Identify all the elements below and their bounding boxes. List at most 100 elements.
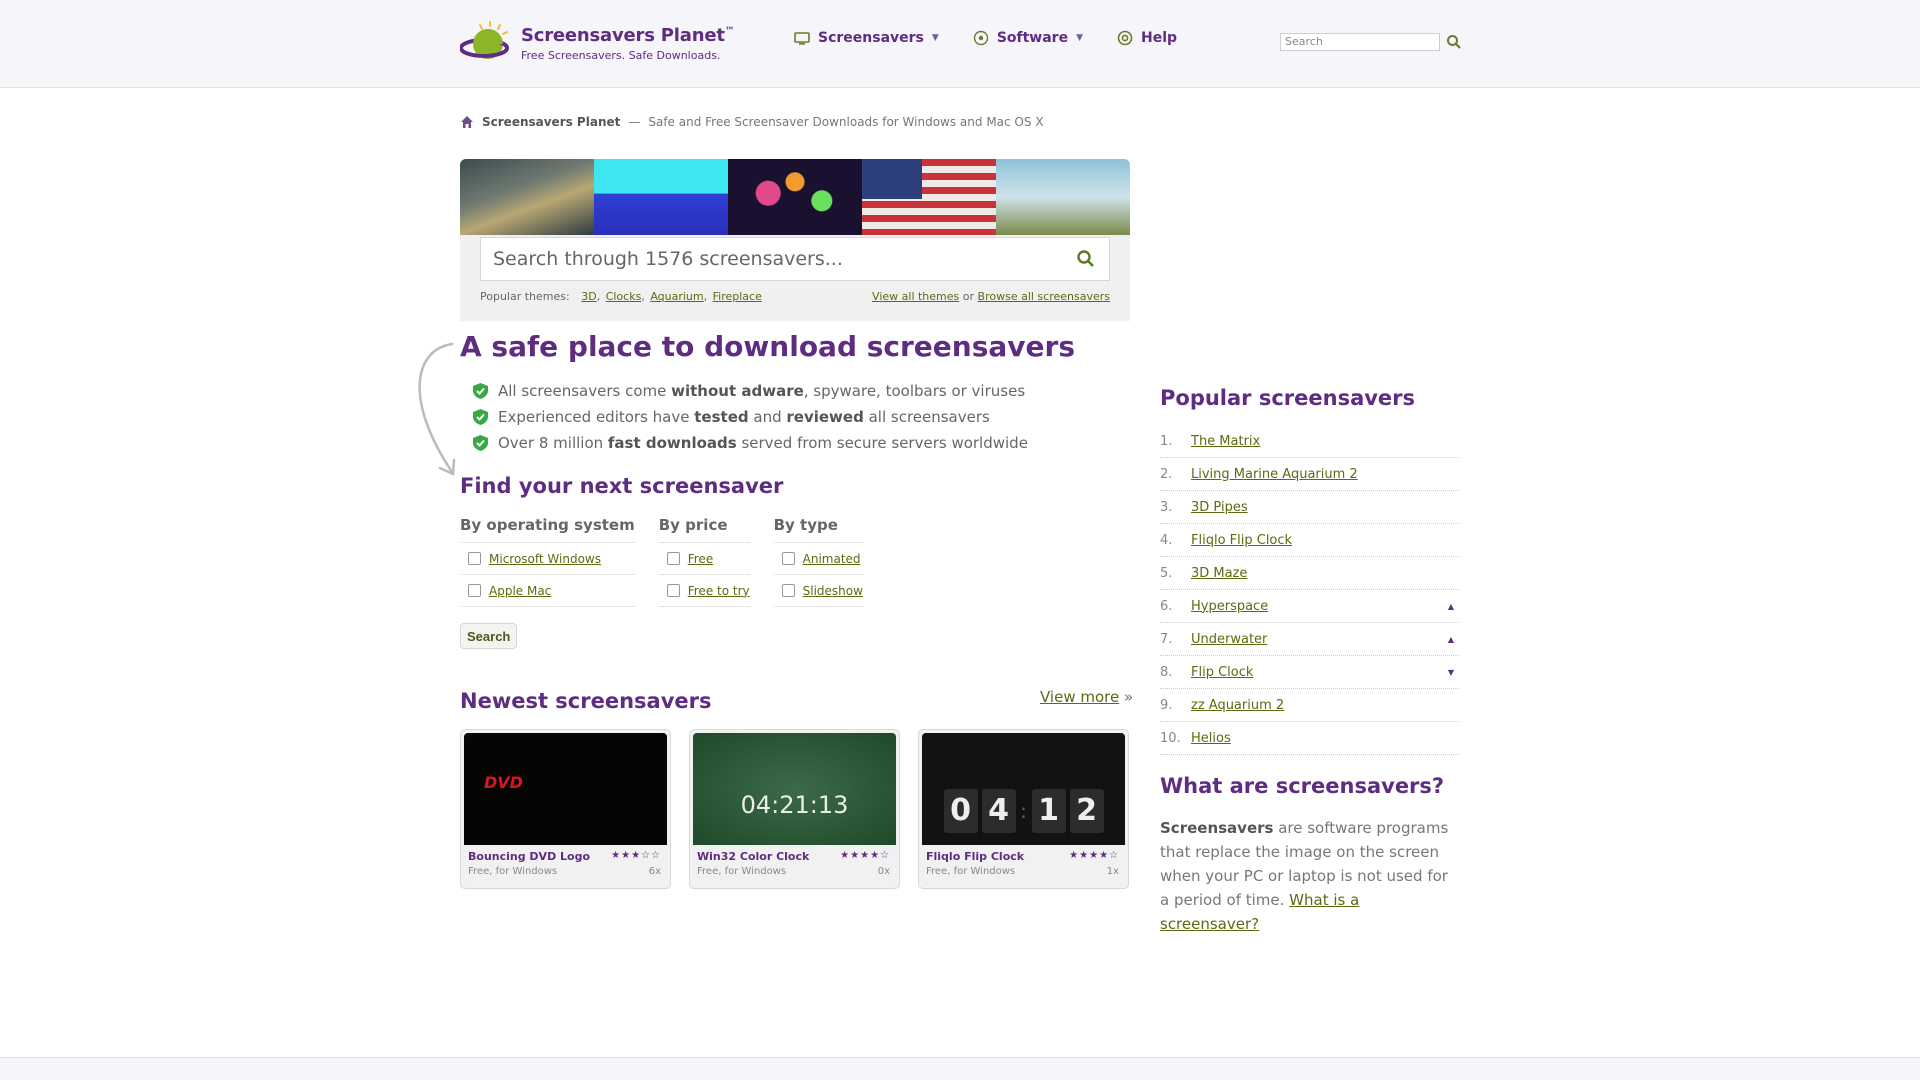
- filter-heading: By type: [773, 516, 863, 543]
- popular-link[interactable]: The Matrix: [1191, 434, 1260, 449]
- trend-down-icon: ▼: [1447, 668, 1454, 677]
- themes-links-right: View all themes or Browse all screensave…: [872, 290, 1110, 303]
- filter-link[interactable]: Apple Mac: [489, 584, 551, 598]
- filter-heading: By price: [658, 516, 750, 543]
- nav-label: Help: [1141, 30, 1178, 46]
- theme-link-3d[interactable]: 3D: [581, 290, 596, 303]
- filter-link[interactable]: Free to try: [688, 584, 750, 598]
- filter-col-type: By type Animated Slideshow: [773, 516, 863, 607]
- hero-search-input[interactable]: Search through 1576 screensavers...: [480, 237, 1110, 281]
- view-all-themes-link[interactable]: View all themes: [872, 290, 959, 303]
- monitor-icon: [794, 32, 810, 45]
- theme-link-clocks[interactable]: Clocks: [606, 290, 642, 303]
- flip-colon: :: [1020, 799, 1027, 823]
- filter-option-animated[interactable]: Animated: [773, 543, 863, 575]
- bullet-text: Experienced editors have tested and revi…: [498, 408, 990, 426]
- popular-link[interactable]: Living Marine Aquarium 2: [1191, 467, 1358, 482]
- rank-number: 4.: [1160, 532, 1173, 548]
- search-icon[interactable]: [1446, 34, 1462, 50]
- popular-link[interactable]: Fliqlo Flip Clock: [1191, 533, 1292, 548]
- popular-title: Popular screensavers: [1160, 386, 1416, 410]
- header-inner: Screensavers Planet™ Free Screensavers. …: [460, 0, 1462, 88]
- filter-option-mac[interactable]: Apple Mac: [460, 575, 635, 607]
- site-footer: [0, 1057, 1920, 1080]
- checkbox[interactable]: [666, 552, 680, 565]
- rank-number: 3.: [1160, 499, 1173, 515]
- feature-bullet: All screensavers come without adware, sp…: [473, 378, 1028, 404]
- nav-label: Screensavers: [818, 30, 924, 46]
- browse-all-link[interactable]: Browse all screensavers: [978, 290, 1110, 303]
- card-thumbnail[interactable]: DVD: [464, 733, 667, 845]
- popular-link[interactable]: zz Aquarium 2: [1191, 698, 1284, 713]
- rating-stars: ★★★☆☆: [611, 850, 661, 861]
- popular-link[interactable]: Flip Clock: [1191, 665, 1253, 680]
- checkbox[interactable]: [468, 584, 481, 597]
- list-item: 6. Hyperspace ▲: [1160, 590, 1460, 623]
- rating-count: 6x: [648, 866, 661, 877]
- what-title: What are screensavers?: [1160, 774, 1445, 798]
- checkbox[interactable]: [468, 552, 481, 565]
- popular-link[interactable]: Helios: [1191, 731, 1231, 746]
- arrow-deco-icon: [418, 342, 456, 476]
- finder-search-button[interactable]: Search: [460, 623, 518, 649]
- rank-number: 1.: [1160, 433, 1173, 449]
- header-search-input[interactable]: Search: [1280, 33, 1440, 51]
- screensaver-card[interactable]: 04:21:13 Win32 Color Clock Free, for Win…: [689, 729, 900, 889]
- bullet-text: All screensavers come without adware, sp…: [498, 382, 1026, 400]
- bullet-text: Over 8 million fast downloads served fro…: [498, 434, 1028, 452]
- filter-link[interactable]: Microsoft Windows: [489, 552, 601, 566]
- popular-link[interactable]: 3D Pipes: [1191, 500, 1248, 515]
- filter-heading: By operating system: [460, 516, 635, 543]
- site-header: Screensavers Planet™ Free Screensavers. …: [0, 0, 1920, 88]
- filter-col-os: By operating system Microsoft Windows Ap…: [460, 516, 635, 607]
- rank-number: 6.: [1160, 598, 1173, 614]
- list-item: 1. The Matrix: [1160, 425, 1460, 458]
- list-item: 5. 3D Maze: [1160, 557, 1460, 590]
- view-more-arrow: »: [1124, 688, 1134, 706]
- search-icon[interactable]: [1076, 249, 1096, 269]
- popular-link[interactable]: Underwater: [1191, 632, 1267, 647]
- card-meta: Bouncing DVD Logo Free, for Windows ★★★☆…: [464, 845, 667, 885]
- card-meta: Fliqlo Flip Clock Free, for Windows ★★★★…: [922, 845, 1125, 885]
- or-text: or: [962, 290, 975, 303]
- breadcrumb-description: Safe and Free Screensaver Downloads for …: [648, 115, 1044, 129]
- nav-screensavers[interactable]: Screensavers ▼: [794, 30, 939, 46]
- popular-link[interactable]: 3D Maze: [1191, 566, 1247, 581]
- nav-software[interactable]: Software ▼: [973, 30, 1083, 46]
- list-item: 10. Helios: [1160, 722, 1460, 755]
- screensaver-card[interactable]: DVD Bouncing DVD Logo Free, for Windows …: [460, 729, 671, 889]
- card-thumbnail[interactable]: 04:21:13: [693, 733, 896, 845]
- checkbox[interactable]: [781, 584, 795, 597]
- breadcrumb-separator: —: [628, 115, 641, 129]
- filter-option-slideshow[interactable]: Slideshow: [773, 575, 863, 607]
- logo-name: Screensavers Planet™: [521, 25, 735, 46]
- filter-link[interactable]: Animated: [803, 552, 861, 566]
- filter-link[interactable]: Free: [688, 552, 713, 566]
- filter-option-free-to-try[interactable]: Free to try: [658, 575, 750, 607]
- filter-col-price: By price Free Free to try: [658, 516, 750, 607]
- themes-label: Popular themes:: [480, 290, 570, 303]
- rank-number: 5.: [1160, 565, 1173, 581]
- popular-link[interactable]: Hyperspace: [1191, 599, 1268, 614]
- trend-up-icon: ▲: [1447, 602, 1454, 611]
- checkbox[interactable]: [666, 584, 680, 597]
- dvd-logo: DVD: [484, 773, 523, 792]
- view-more-text[interactable]: View more: [1040, 688, 1119, 706]
- nav-help[interactable]: Help: [1117, 30, 1177, 46]
- caret-down-icon: ▼: [931, 33, 939, 43]
- screensaver-card[interactable]: 0 4 : 1 2 Fliqlo Flip Clock Free, for Wi…: [918, 729, 1129, 889]
- home-icon[interactable]: [460, 115, 474, 129]
- logo-text[interactable]: Screensavers Planet™ Free Screensavers. …: [521, 25, 735, 62]
- theme-link-aquarium[interactable]: Aquarium: [650, 290, 703, 303]
- view-more-link[interactable]: View more »: [1040, 688, 1133, 706]
- card-thumbnail[interactable]: 0 4 : 1 2: [922, 733, 1125, 845]
- checkbox[interactable]: [781, 552, 795, 565]
- breadcrumb-site[interactable]: Screensavers Planet: [482, 115, 620, 129]
- filter-link[interactable]: Slideshow: [803, 584, 863, 598]
- theme-link-fireplace[interactable]: Fireplace: [713, 290, 762, 303]
- filter-option-windows[interactable]: Microsoft Windows: [460, 543, 635, 575]
- rating-count: 1x: [1106, 866, 1119, 877]
- filter-option-free[interactable]: Free: [658, 543, 750, 575]
- planet-logo-icon[interactable]: [460, 20, 512, 64]
- list-item: 4. Fliqlo Flip Clock: [1160, 524, 1460, 557]
